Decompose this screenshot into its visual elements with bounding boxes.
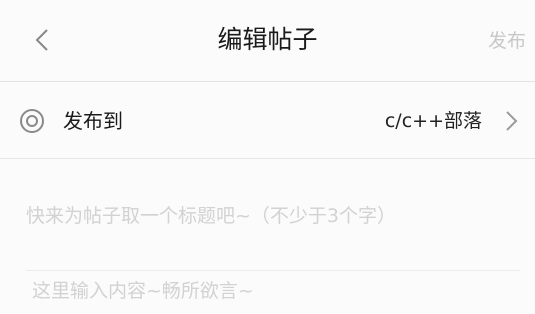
content-input-container (32, 274, 522, 310)
content-input[interactable] (32, 274, 522, 310)
page-title: 编辑帖子 (217, 25, 318, 54)
chevron-right-icon (506, 111, 518, 131)
title-input-container (26, 196, 521, 236)
divider (26, 270, 520, 271)
publish-target-row[interactable]: 发布到 c/c++部落 (0, 82, 535, 159)
publish-button[interactable]: 发布 (488, 27, 526, 55)
radio-target-icon (20, 109, 44, 133)
top-nav-bar: 编辑帖子 发布 (0, 0, 535, 82)
title-input[interactable] (26, 196, 521, 236)
publish-target-value: c/c++部落 (384, 110, 482, 132)
publish-target-label: 发布到 (63, 109, 123, 133)
